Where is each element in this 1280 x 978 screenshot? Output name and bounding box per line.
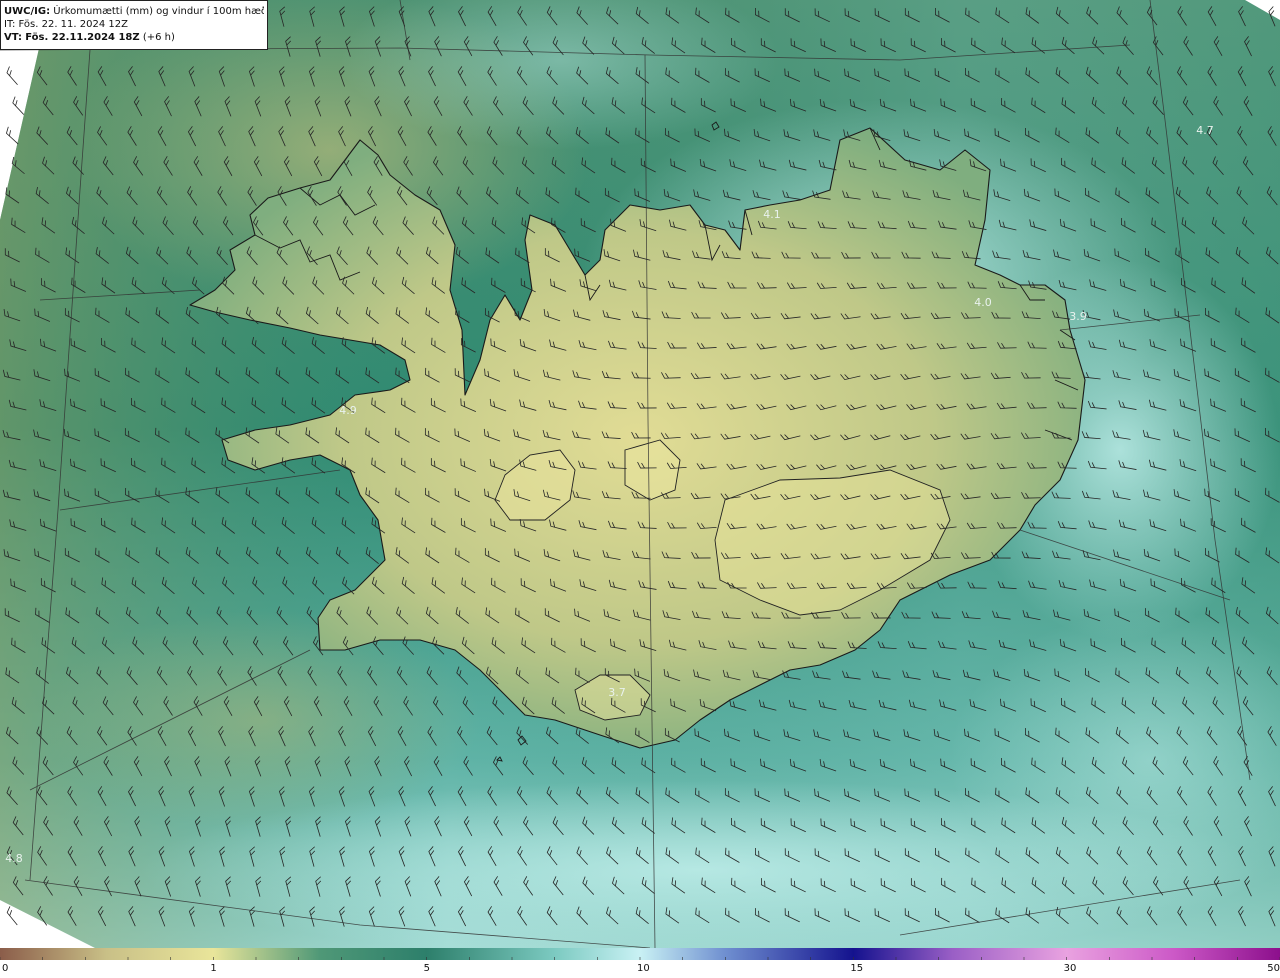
precipitation-colorbar (0, 948, 1280, 960)
colorbar-tick-label: 30 (1063, 963, 1077, 974)
colorbar-tick-label: 0 (2, 963, 9, 974)
map-value-label: 4.0 (974, 296, 992, 309)
init-time: Fös. 22. 11. 2024 12Z (18, 19, 128, 30)
map-value-label: 4.7 (1196, 124, 1214, 137)
lead-time: (+6 h) (142, 32, 175, 43)
wind-barb (6, 66, 18, 86)
title-line-valid: VT: Fös. 22.11.2024 18Z (+6 h) (4, 31, 264, 44)
colorbar-tick-label: 1 (210, 963, 217, 974)
colorbar-tick-label: 50 (1267, 963, 1280, 974)
title-line-init: IT: Fös. 22. 11. 2024 12Z (4, 18, 264, 31)
map-value-label: 3.7 (608, 686, 626, 699)
colorbar-tick-label: 5 (423, 963, 431, 974)
product-code: UWC/IG: (4, 6, 51, 17)
map-title-box: UWC/IG: Úrkomumætti (mm) og vindur í 100… (0, 0, 268, 50)
precipitation-wind-map[interactable]: 4.7 4.0 3.9 4.9 4.1 3.7 4.8 (0, 0, 1280, 948)
product-description: Úrkomumætti (mm) og vindur í 100m hæð (53, 6, 264, 17)
title-line-product: UWC/IG: Úrkomumætti (mm) og vindur í 100… (4, 5, 264, 18)
colorbar-tick-label: 10 (637, 963, 650, 974)
map-value-label: 4.1 (763, 208, 781, 221)
colorbar-tick-labels: 0 1 5 10 15 30 50 (0, 961, 1280, 978)
valid-time: Fös. 22.11.2024 18Z (25, 32, 140, 43)
map-value-label: 4.8 (5, 852, 23, 865)
colorbar-tick-label: 15 (850, 963, 864, 974)
init-prefix: IT: (4, 19, 16, 30)
map-value-label: 3.9 (1069, 310, 1087, 323)
valid-prefix: VT: (4, 32, 23, 43)
map-value-label: 4.9 (339, 404, 357, 417)
